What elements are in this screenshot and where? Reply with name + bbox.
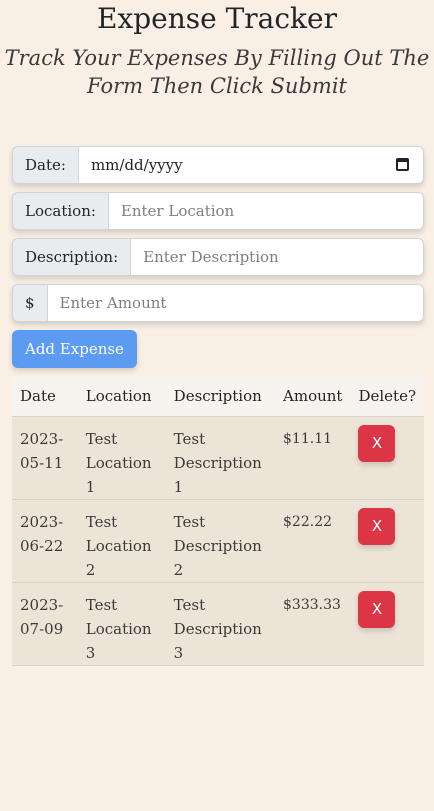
cell-amount: $333.33: [283, 596, 341, 613]
amount-group: $ Enter Amount: [12, 284, 424, 322]
date-input[interactable]: mm/dd/yyyy: [77, 146, 424, 184]
cell-date: 2023-06-22: [20, 512, 64, 555]
cell-date: 2023-05-11: [20, 429, 64, 472]
description-group: Description: Enter Description: [12, 238, 424, 276]
description-input[interactable]: Enter Description: [130, 238, 424, 276]
column-header-amount: Amount: [283, 386, 343, 405]
cell-location: Test Location 2: [85, 512, 152, 579]
table-row: 2023-05-11 Test Location 1 Test Descript…: [12, 416, 424, 499]
date-group: Date: mm/dd/yyyy: [12, 146, 424, 184]
location-placeholder: Enter Location: [120, 202, 235, 220]
page-title: Expense Tracker: [97, 2, 337, 35]
column-header-description: Description: [173, 386, 262, 405]
table-header-row: Date Location Description Amount Delete?: [12, 376, 424, 416]
page-header: Expense Tracker Track Your Expenses By F…: [0, 0, 434, 100]
cell-location: Test Location 3: [85, 595, 152, 662]
page-subtitle: Track Your Expenses By Filling Out The F…: [4, 46, 430, 98]
description-label: Description:: [12, 238, 131, 276]
calendar-icon[interactable]: [396, 158, 409, 171]
column-header-location: Location: [85, 386, 152, 405]
column-header-delete: Delete?: [358, 386, 416, 405]
cell-amount: $11.11: [283, 430, 333, 447]
cell-description: Test Description 2: [173, 512, 262, 579]
location-label: Location:: [12, 192, 108, 230]
description-placeholder: Enter Description: [143, 248, 279, 266]
amount-placeholder: Enter Amount: [59, 294, 167, 312]
delete-button[interactable]: X: [358, 424, 396, 462]
cell-delete: X: [350, 582, 424, 665]
column-header-date: Date: [20, 386, 56, 405]
cell-date: 2023-07-09: [20, 595, 64, 638]
delete-button[interactable]: X: [358, 507, 396, 545]
expense-form: Date: mm/dd/yyyy Location: Enter Locatio…: [12, 146, 424, 368]
date-label: Date:: [12, 146, 78, 184]
date-placeholder: mm/dd/yyyy: [90, 156, 183, 174]
cell-amount: $22.22: [283, 513, 333, 530]
add-expense-button[interactable]: Add Expense: [12, 330, 137, 368]
amount-input[interactable]: Enter Amount: [46, 284, 424, 322]
delete-button[interactable]: X: [358, 590, 396, 628]
cell-description: Test Description 3: [173, 595, 262, 662]
location-group: Location: Enter Location: [12, 192, 424, 230]
cell-location: Test Location 1: [85, 429, 152, 496]
table-row: 2023-07-09 Test Location 3 Test Descript…: [12, 582, 424, 665]
expense-table: Date Location Description Amount Delete?…: [12, 376, 424, 666]
cell-delete: X: [350, 416, 424, 499]
cell-description: Test Description 1: [173, 429, 262, 496]
dollar-label: $: [12, 284, 47, 322]
table-row: 2023-06-22 Test Location 2 Test Descript…: [12, 499, 424, 582]
location-input[interactable]: Enter Location: [107, 192, 424, 230]
cell-delete: X: [350, 499, 424, 582]
